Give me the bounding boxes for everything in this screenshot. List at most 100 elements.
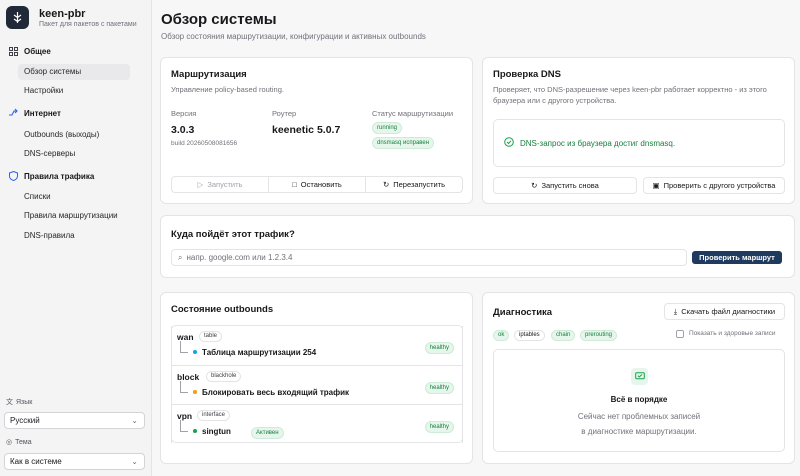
nav-group-general-label: Общее: [24, 46, 51, 56]
diagnostics-title: Диагностика: [493, 307, 553, 318]
run-again-button[interactable]: ↻ Запустить снова: [493, 177, 637, 194]
tree-connector: [180, 381, 188, 393]
dns-result-box: DNS-запрос из браузера достиг dnsmasq.: [493, 119, 785, 167]
outbound-row[interactable]: vpn interface singtun Активен healthy: [171, 404, 463, 443]
translate-icon: 文: [6, 399, 13, 406]
dns-result-text: DNS-запрос из браузера достиг dnsmasq.: [520, 138, 676, 148]
diagnostics-card: Диагностика ⤓ Скачать файл диагностики ok…: [482, 292, 795, 464]
page-title: Обзор системы: [161, 11, 277, 28]
shield-icon: [8, 171, 18, 181]
status-badge: healthy: [424, 342, 454, 354]
download-icon: ⤓: [673, 306, 678, 316]
check-icon: [631, 368, 648, 385]
active-badge: Активен: [251, 427, 284, 439]
theme-select[interactable]: Как в системе ⌄: [4, 453, 145, 470]
nav-group-internet: Интернет: [8, 106, 61, 120]
dns-check-subtitle: Проверяет, что DNS-разрешение через keen…: [493, 85, 767, 105]
search-icon: ⌕: [178, 252, 183, 262]
show-healthy-checkbox[interactable]: [676, 330, 684, 338]
status-badge: healthy: [424, 382, 454, 394]
route-check-card: Куда пойдёт этот трафик? ⌕ напр. google.…: [160, 215, 795, 278]
theme-value: Как в системе: [10, 457, 62, 466]
outbound-tag: interface: [197, 410, 231, 421]
outbound-desc: Блокировать весь входящий трафик: [202, 388, 350, 397]
sidebar-item-routing-rules[interactable]: Правила маршрутизации: [18, 208, 130, 224]
page-subtitle: Обзор состояния маршрутизации, конфигура…: [161, 32, 426, 41]
filter-chip-iptables[interactable]: iptables: [514, 330, 545, 341]
sidebar-item-outbounds[interactable]: Outbounds (выходы): [18, 127, 130, 143]
empty-line-2: в диагностике маршрутизации.: [581, 427, 697, 436]
dns-check-card: Проверка DNS Проверяет, что DNS-разрешен…: [482, 57, 795, 204]
outbound-desc: Таблица маршрутизации 254: [202, 348, 317, 357]
routing-controls: ▷ Запустить □ Остановить ↻ Перезапустить: [171, 176, 463, 193]
outbounds-title: Состояние outbounds: [171, 304, 274, 315]
show-healthy-label: Показать и здоровые записи: [689, 330, 776, 337]
check-route-button[interactable]: Проверить маршрут: [692, 251, 782, 264]
chevron-down-icon: ⌄: [131, 457, 138, 466]
theme-label: ◎ Тема: [6, 438, 32, 447]
outbound-desc: singtun: [202, 427, 231, 436]
stop-icon: □: [292, 180, 297, 189]
filter-chip-chain[interactable]: chain: [551, 330, 576, 341]
outbound-row[interactable]: block blackhole Блокировать весь входящи…: [171, 365, 463, 404]
router-value: keenetic 5.0.7: [272, 124, 341, 136]
refresh-icon: ↻: [382, 180, 390, 189]
check-other-device-button[interactable]: ▣ Проверить с другого устройства: [643, 177, 785, 194]
language-label: 文 Язык: [6, 398, 33, 407]
play-icon: ▷: [197, 180, 204, 189]
version-label: Версия: [171, 109, 197, 118]
language-select[interactable]: Русский ⌄: [4, 412, 145, 429]
nav-group-internet-label: Интернет: [24, 108, 61, 118]
refresh-icon: ↻: [531, 181, 538, 190]
brand-subtitle: Пакет для пакетов с пакетами: [39, 20, 137, 28]
grid-icon: [8, 46, 18, 56]
restart-button[interactable]: ↻ Перезапустить: [365, 177, 462, 192]
routing-status-label: Статус маршрутизации: [372, 109, 454, 118]
status-dot: [193, 390, 197, 394]
nav-group-general: Общее: [8, 44, 51, 58]
sidebar-item-lists[interactable]: Списки: [18, 189, 130, 205]
routing-card: Маршрутизация Управление policy-based ro…: [160, 57, 473, 204]
sidebar: keen-pbr Пакет для пакетов с пакетами Об…: [0, 0, 152, 476]
brand-name: keen-pbr: [39, 7, 86, 20]
dns-check-title: Проверка DNS: [493, 69, 561, 80]
sidebar-item-overview[interactable]: Обзор системы: [18, 64, 130, 80]
status-dot: [193, 350, 197, 354]
route-check-title: Куда пойдёт этот трафик?: [171, 229, 295, 240]
brand[interactable]: keen-pbr Пакет для пакетов с пакетами: [6, 6, 137, 29]
empty-title: Всё в порядке: [610, 395, 668, 404]
version-value: 3.0.3: [171, 124, 195, 136]
route-search-input[interactable]: ⌕ напр. google.com или 1.2.3.4: [171, 249, 687, 266]
sidebar-item-dns-servers[interactable]: DNS-серверы: [18, 146, 130, 162]
routing-subtitle: Управление policy-based routing.: [171, 85, 284, 94]
start-button[interactable]: ▷ Запустить: [172, 177, 268, 192]
download-diagnostics-button[interactable]: ⤓ Скачать файл диагностики: [664, 303, 785, 320]
tree-connector: [180, 420, 188, 432]
diagnostics-empty-state: Всё в порядке Сейчас нет проблемных запи…: [493, 349, 785, 452]
monitor-icon: ▣: [652, 181, 660, 190]
router-label: Роутер: [272, 109, 297, 118]
stop-button[interactable]: □ Остановить: [268, 177, 365, 192]
app-logo-icon: [6, 6, 29, 29]
sidebar-item-settings[interactable]: Настройки: [18, 83, 130, 99]
status-badge-dnsmasq: dnsmasq исправен: [372, 137, 435, 149]
outbound-tag: table: [199, 331, 223, 342]
language-value: Русский: [10, 416, 40, 425]
nav-group-traffic-rules-label: Правила трафика: [24, 171, 95, 181]
status-badge: healthy: [424, 421, 454, 433]
sidebar-item-dns-rules[interactable]: DNS-правила: [18, 228, 130, 244]
outbounds-card: Состояние outbounds wan table Таблица ма…: [160, 292, 473, 464]
build-value: build 20260508081656: [171, 140, 238, 147]
routing-title: Маршрутизация: [171, 69, 247, 80]
route-icon: [8, 108, 18, 118]
status-dot: [193, 429, 197, 433]
outbound-row[interactable]: wan table Таблица маршрутизации 254 heal…: [171, 326, 463, 365]
check-circle-icon: [504, 137, 514, 149]
chevron-down-icon: ⌄: [131, 416, 138, 425]
status-badge-running: running: [372, 122, 403, 134]
tree-connector: [180, 341, 188, 353]
filter-chip-ok[interactable]: ok: [493, 330, 510, 341]
filter-chip-prerouting[interactable]: prerouting: [580, 330, 618, 341]
route-search-placeholder: напр. google.com или 1.2.3.4: [186, 253, 293, 262]
empty-line-1: Сейчас нет проблемных записей: [577, 412, 701, 421]
